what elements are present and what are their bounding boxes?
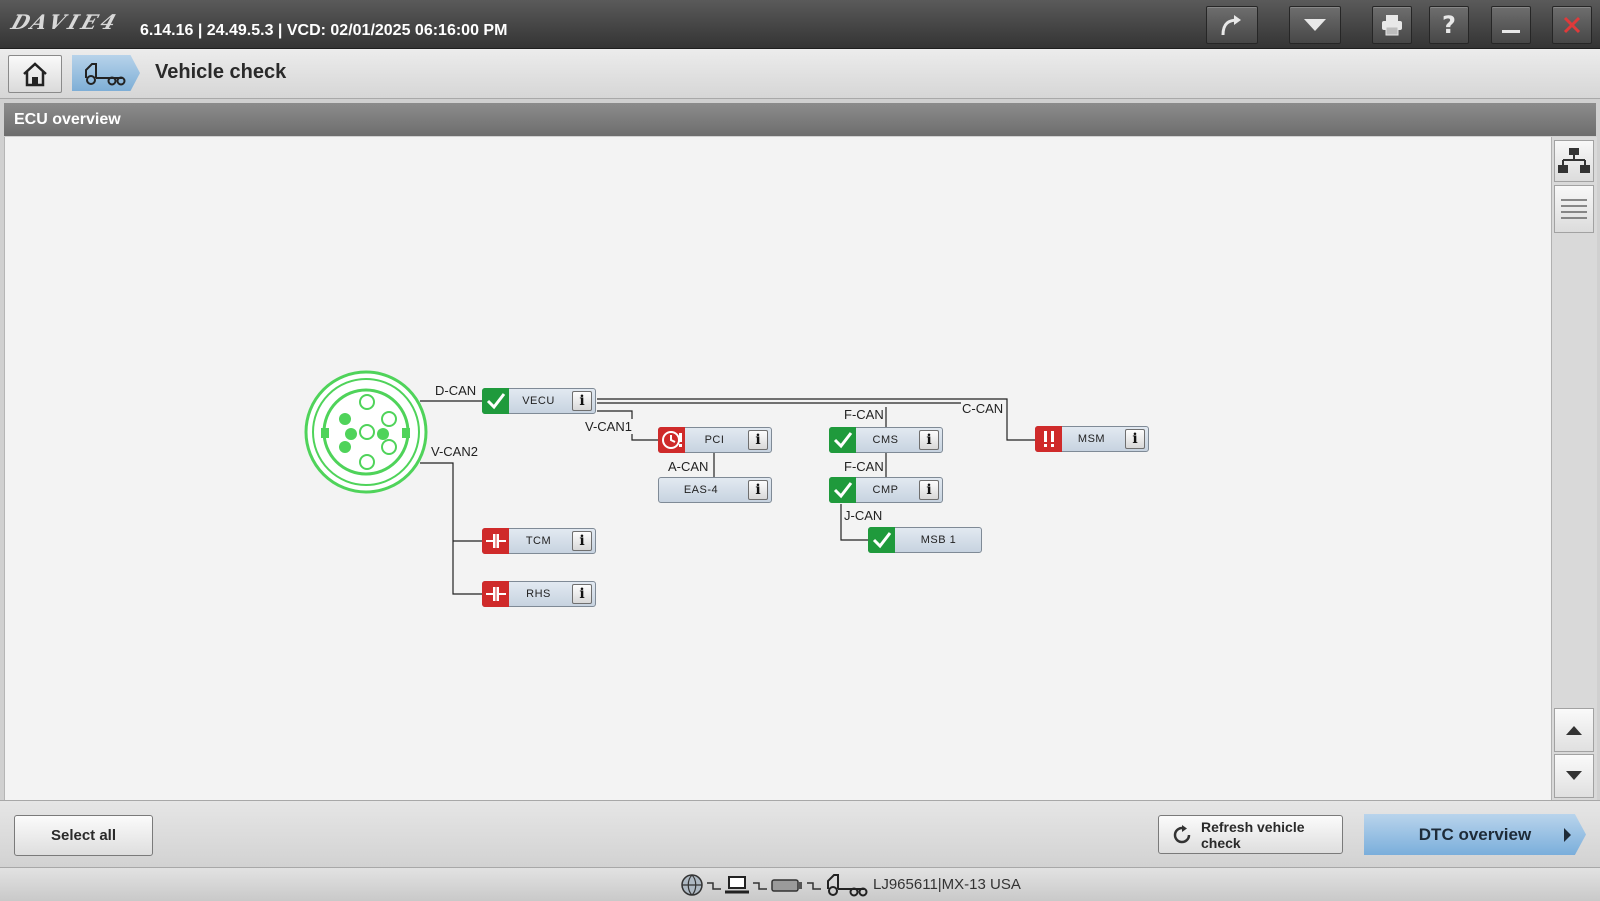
refresh-label: Refresh vehicle check [1201,818,1305,851]
ecu-tcm[interactable]: TCM i [482,528,596,554]
bus-label-v-can1: V-CAN1 [584,419,633,434]
ecu-name: CMP [872,484,899,496]
info-button[interactable]: i [919,430,939,450]
info-button[interactable]: i [572,531,592,551]
info-button[interactable]: i [748,430,768,450]
status-warning-icon [1035,426,1062,452]
chevron-right-icon [1564,828,1571,842]
ecu-network-diagram: D-CAN V-CAN2 V-CAN1 A-CAN F-CAN F-CAN J-… [0,0,1600,900]
info-button[interactable]: i [1125,429,1145,449]
status-ok-icon [868,527,895,553]
info-button[interactable]: i [748,480,768,500]
dtc-overview-label: DTC overview [1418,824,1532,844]
globe-icon [681,874,703,896]
ecu-pci[interactable]: PCI i [658,427,772,453]
laptop-icon [725,876,749,894]
bus-label-v-can2: V-CAN2 [430,444,479,459]
status-ok-icon [829,427,856,453]
vci-device-icon [771,879,802,892]
ecu-msb-1[interactable]: MSB 1 [868,527,982,553]
bus-label-d-can: D-CAN [434,383,478,398]
bus-lines [420,398,1035,595]
bus-label-f-can: F-CAN [843,459,885,474]
select-all-button[interactable]: Select all [14,815,153,856]
status-no-communication-icon [482,581,509,607]
info-button[interactable]: i [919,480,939,500]
status-timeout-icon [658,427,685,453]
vehicle-id: LJ965611|MX-13 USA [873,876,1021,893]
bus-label-a-can: A-CAN [667,459,710,474]
refresh-vehicle-check-button[interactable]: Refresh vehicle check [1158,815,1343,854]
connection-line-icon [753,882,767,890]
ecu-name: MSM [1077,433,1106,445]
ecu-name: RHS [526,588,551,600]
ecu-name: CMS [872,434,899,446]
diagnostic-connector-icon [304,370,428,494]
status-ok-icon [482,388,509,414]
bus-label-c-can: C-CAN [961,401,1005,416]
ecu-vecu[interactable]: VECU i [482,388,596,414]
connection-line-icon [807,882,821,890]
status-no-communication-icon [482,528,509,554]
info-button[interactable]: i [572,584,592,604]
ecu-eas-4[interactable]: EAS-4 i [658,477,772,503]
truck-icon [827,874,868,897]
status-ok-icon [829,477,856,503]
connection-status [680,873,870,897]
ecu-cms[interactable]: CMS i [829,427,943,453]
ecu-msm[interactable]: MSM i [1035,426,1149,452]
ecu-name: PCI [704,434,725,446]
info-button[interactable]: i [572,391,592,411]
ecu-name: EAS-4 [683,484,719,496]
ecu-cmp[interactable]: CMP i [829,477,943,503]
bus-label-f-can: F-CAN [843,407,885,422]
bus-label-j-can: J-CAN [843,508,884,523]
ecu-name: VECU [522,395,555,407]
connection-line-icon [707,882,721,890]
status-bar: LJ965611|MX-13 USA [0,867,1600,901]
action-bar: Select all Refresh vehicle check DTC ove… [0,800,1600,867]
ecu-name: MSB 1 [920,534,957,546]
dtc-overview-button[interactable]: DTC overview [1364,814,1586,855]
ecu-rhs[interactable]: RHS i [482,581,596,607]
ecu-name: TCM [525,535,552,547]
refresh-icon [1173,824,1191,843]
